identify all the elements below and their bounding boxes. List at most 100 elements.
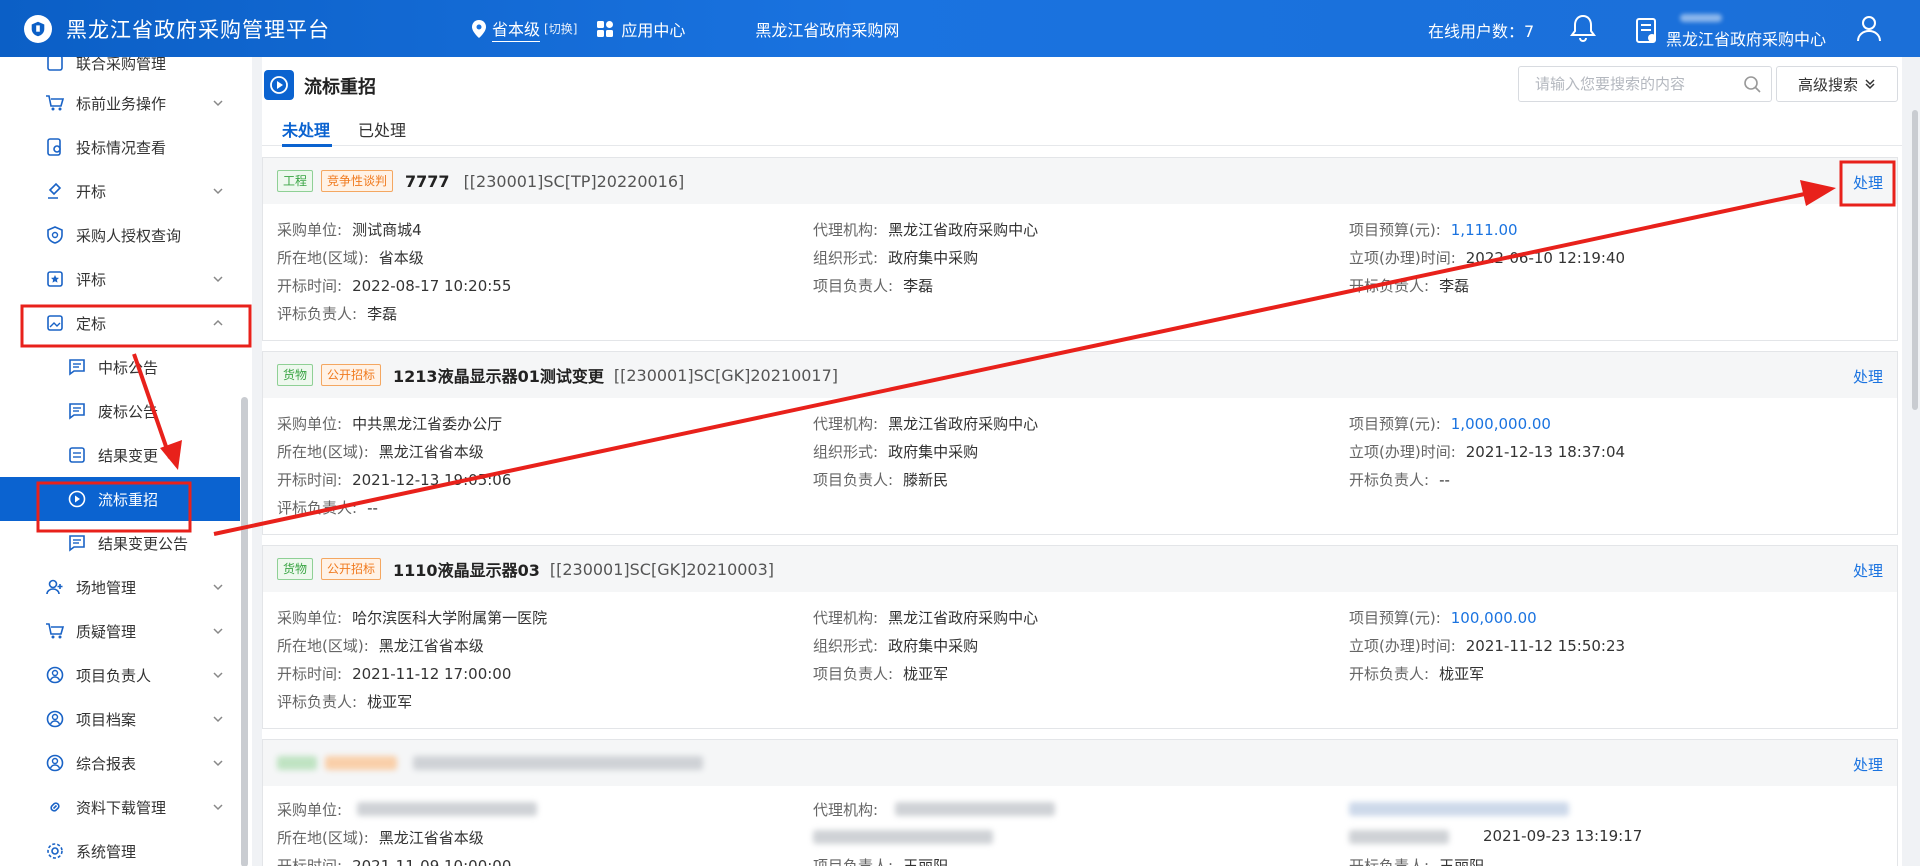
chevron-down-icon [213, 716, 223, 723]
search-input[interactable] [1535, 68, 1745, 100]
cart-icon [44, 92, 66, 114]
chevron-down-icon [213, 276, 223, 283]
blurred-value [357, 802, 537, 816]
field-setup-time: 2021-09-23 13:19:17 [1483, 827, 1643, 845]
document-icon [1636, 18, 1656, 43]
project-code: [[230001]SC[GK]20210003] [549, 559, 775, 579]
chevron-down-icon [213, 672, 223, 679]
blurred-title [413, 756, 703, 770]
field-eval-lead: 评标负责人: 李磊 [277, 305, 398, 323]
project-code: [[230001]SC[TP]20220016] [463, 171, 685, 191]
sidebar-item-bid-status[interactable]: 投标情况查看 [0, 125, 240, 169]
search-icon[interactable] [1743, 75, 1761, 93]
field-project-lead: 项目负责人: 王丽阳 [813, 857, 949, 866]
list-icon [66, 444, 88, 466]
sidebar-scrollbar[interactable] [241, 397, 248, 866]
sidebar-item-purchaser-auth[interactable]: 采购人授权查询 [0, 213, 240, 257]
sidebar-item-project-lead[interactable]: 项目负责人 [0, 653, 240, 697]
handle-link[interactable]: 处理 [1853, 754, 1883, 775]
field-setup-time: 立项(办理)时间: 2022-06-10 12:19:40 [1349, 249, 1626, 267]
user-circle-icon [44, 752, 66, 774]
handle-link[interactable]: 处理 [1853, 366, 1883, 387]
sidebar-item-project-archive[interactable]: 项目档案 [0, 697, 240, 741]
sidebar-item-complaint[interactable]: 质疑管理 [0, 609, 240, 653]
message-icon [66, 400, 88, 422]
top-header: 黑龙江省政府采购管理平台 省本级 [切换] 应用中心 黑龙江省政府采购网 在线用… [0, 0, 1920, 57]
field-form: 组织形式: 政府集中采购 [813, 637, 979, 655]
user-circle-icon [44, 708, 66, 730]
field-agency: 代理机构: 黑龙江省政府采购中心 [813, 221, 1039, 239]
page-scrollbar[interactable] [1912, 110, 1918, 410]
tab-unprocessed[interactable]: 未处理 [282, 117, 330, 141]
field-purchaser: 采购单位: [277, 801, 343, 819]
app-center-label: 应用中心 [621, 20, 686, 40]
sidebar-item-venue[interactable]: 场地管理 [0, 565, 240, 609]
record-card: 货物 公开招标 1213液晶显示器01测试变更 [[230001]SC[GK]2… [262, 351, 1898, 535]
blurred-tag [277, 756, 317, 770]
project-name: 1213液晶显示器01测试变更 [393, 367, 604, 386]
sidebar-item-pre-bid[interactable]: 标前业务操作 [0, 81, 240, 125]
field-open-time: 开标时间: 2021-12-13 19:05:06 [277, 471, 512, 489]
record-header: 工程 竞争性谈判 7777 [[230001]SC[TP]20220016] 处… [263, 158, 1897, 204]
online-users-count: 在线用户数：7 [1428, 22, 1535, 41]
sidebar-item-award-notice[interactable]: 中标公告 [0, 345, 240, 389]
record-card: 货物 公开招标 1110液晶显示器03 [[230001]SC[GK]20210… [262, 545, 1898, 729]
platform-logo-icon [24, 14, 52, 43]
sidebar-item-reports[interactable]: 综合报表 [0, 741, 240, 785]
handle-link[interactable]: 处理 [1853, 560, 1883, 581]
advanced-search-button[interactable]: 高级搜索 [1776, 66, 1898, 102]
field-open-time: 开标时间: 2021-11-09 10:00:00 [277, 857, 512, 866]
method-tag: 竞争性谈判 [321, 170, 394, 192]
field-project-lead: 项目负责人: 栊亚军 [813, 665, 949, 683]
sidebar-item-bid-opening[interactable]: 开标 [0, 169, 240, 213]
search-doc-icon [44, 136, 66, 158]
current-org[interactable]: 黑龙江省政府采购中心 [1636, 12, 1826, 50]
field-open-time: 开标时间: 2021-11-12 17:00:00 [277, 665, 512, 683]
app-center-link[interactable]: 应用中心 [597, 17, 685, 41]
tab-processed[interactable]: 已处理 [358, 117, 406, 141]
chevron-down-icon [213, 584, 223, 591]
chevron-down-icon [213, 628, 223, 635]
notification-bell-icon[interactable] [1570, 14, 1596, 46]
record-header: 货物 公开招标 1213液晶显示器01测试变更 [[230001]SC[GK]2… [263, 352, 1897, 398]
field-open-lead: 开标负责人: 栊亚军 [1349, 665, 1485, 683]
page-title: 流标重招 [304, 77, 376, 98]
blurred-value [813, 830, 993, 844]
grid-icon [597, 20, 614, 37]
sidebar-item-downloads[interactable]: 资料下载管理 [0, 785, 240, 829]
field-project-lead: 项目负责人: 滕新民 [813, 471, 949, 489]
region-selector[interactable]: 省本级 [切换] [472, 16, 577, 42]
field-form: 组织形式: 政府集中采购 [813, 443, 979, 461]
person-plus-icon [44, 576, 66, 598]
region-switch-link[interactable]: [切换] [544, 20, 577, 37]
field-open-lead: 开标负责人: 李磊 [1349, 277, 1470, 295]
user-avatar-icon[interactable] [1856, 14, 1882, 46]
sidebar-item-result-change[interactable]: 结果变更 [0, 433, 240, 477]
sidebar-item-award[interactable]: 定标 [0, 301, 240, 345]
field-budget: 项目预算(元): 100,000.00 [1349, 609, 1537, 627]
field-setup-time: 立项(办理)时间: 2021-11-12 15:50:23 [1349, 637, 1626, 655]
play-circle-icon [66, 488, 88, 510]
region-label: 省本级 [492, 16, 541, 42]
sidebar-item-result-change-notice[interactable]: 结果变更公告 [0, 521, 240, 565]
handle-link[interactable]: 处理 [1853, 172, 1883, 193]
type-tag: 工程 [277, 170, 314, 192]
method-tag: 公开招标 [321, 558, 382, 580]
blurred-value [895, 802, 1055, 816]
field-region: 所在地(区域): 黑龙江省省本级 [277, 637, 484, 655]
method-tag: 公开招标 [321, 364, 382, 386]
masked-username [1680, 14, 1722, 22]
procurement-site-link[interactable]: 黑龙江省政府采购网 [755, 17, 899, 41]
field-budget: 项目预算(元): 1,000,000.00 [1349, 415, 1551, 433]
message-icon [66, 532, 88, 554]
tabs-divider [262, 145, 1902, 146]
sidebar-item-failed-rebid[interactable]: 流标重招 [0, 477, 240, 521]
record-header: 货物 公开招标 1110液晶显示器03 [[230001]SC[GK]20210… [263, 546, 1897, 592]
field-agency: 代理机构: [813, 801, 879, 819]
sidebar-item-system[interactable]: 系统管理 [0, 829, 240, 866]
sidebar-item-evaluation[interactable]: 评标 [0, 257, 240, 301]
field-open-lead: 开标负责人: -- [1349, 471, 1450, 489]
page-header: 流标重招 高级搜索 未处理 已处理 [262, 57, 1902, 147]
sidebar-item-void-notice[interactable]: 废标公告 [0, 389, 240, 433]
field-budget: 项目预算(元): 1,111.00 [1349, 221, 1518, 239]
